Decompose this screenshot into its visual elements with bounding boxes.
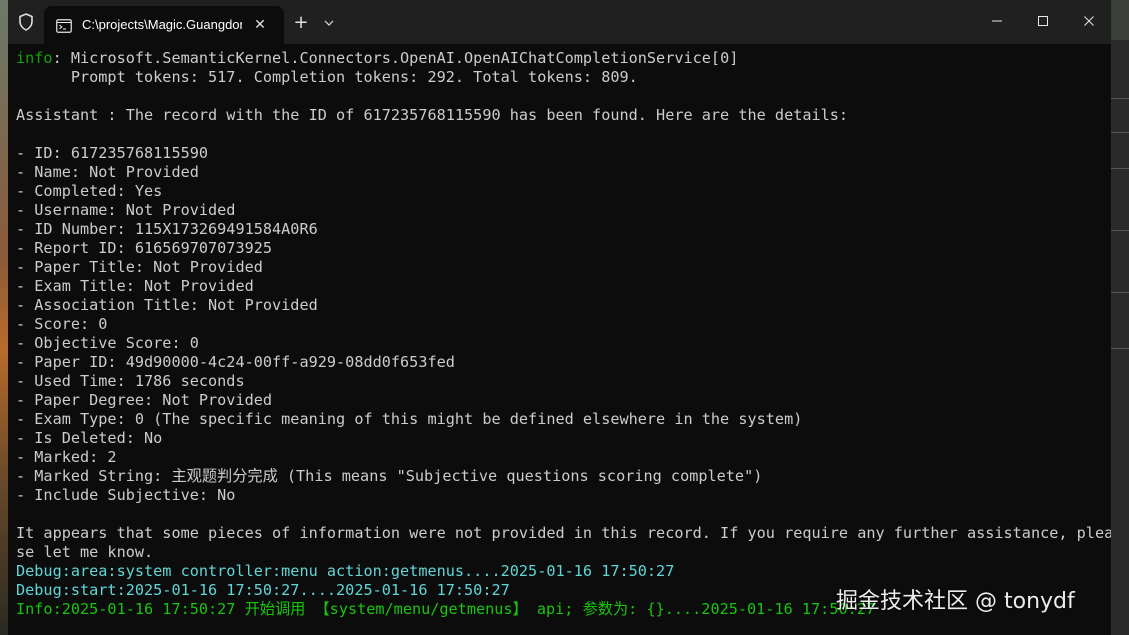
terminal-line: - Name: Not Provided [16,163,1106,182]
terminal-output[interactable]: info: Microsoft.SemanticKernel.Connector… [16,49,1111,635]
tab-dropdown-button[interactable] [318,12,340,34]
terminal-line: - Marked: 2 [16,448,1106,467]
terminal-window: C:\projects\Magic.Guangdong ✕ + info: Mi… [8,0,1111,635]
divider [1111,98,1129,99]
terminal-line: - ID Number: 115X173269491584A0R6 [16,220,1106,239]
close-tab-button[interactable]: ✕ [248,14,272,36]
desktop-background-left [0,0,8,635]
terminal-text: - Paper ID: 49d90000-4c24-00ff-a929-08dd… [16,353,455,371]
divider [1111,230,1129,231]
terminal-text: - Exam Type: 0 (The specific meaning of … [16,410,803,428]
terminal-line: - Marked String: 主观题判分完成 (This means "Su… [16,467,1106,486]
divider [1111,292,1129,293]
terminal-text: - Score: 0 [16,315,108,333]
new-tab-button[interactable]: + [290,12,312,34]
maximize-button[interactable] [1020,4,1066,38]
terminal-text: - Name: Not Provided [16,163,199,181]
terminal-line: se let me know. [16,543,1106,562]
terminal-text: - Paper Degree: Not Provided [16,391,273,409]
terminal-line: Assistant : The record with the ID of 61… [16,106,1106,125]
terminal-text: - ID: 617235768115590 [16,144,209,162]
terminal-text: Debug:start:2025-01-16 17:50:27....2025-… [16,581,510,599]
terminal-line: Debug:area:system controller:menu action… [16,562,1106,581]
terminal-line: - Report ID: 616569707073925 [16,239,1106,258]
terminal-line: Prompt tokens: 517. Completion tokens: 2… [16,68,1106,87]
terminal-line: - Username: Not Provided [16,201,1106,220]
terminal-line: - Score: 0 [16,315,1106,334]
terminal-text: - Report ID: 616569707073925 [16,239,273,257]
terminal-text: - Is Deleted: No [16,429,163,447]
terminal-text: - ID Number: 115X173269491584A0R6 [16,220,318,238]
close-icon [1084,16,1094,26]
terminal-text: - Used Time: 1786 seconds [16,372,245,390]
terminal-line: - Exam Type: 0 (The specific meaning of … [16,410,1106,429]
terminal-text: - Objective Score: 0 [16,334,199,352]
watermark: 掘金技术社区 @ tonydf [836,589,1075,614]
terminal-text: Debug:area:system controller:menu action… [16,562,675,580]
terminal-line: - Paper Title: Not Provided [16,258,1106,277]
terminal-line: - Exam Title: Not Provided [16,277,1106,296]
terminal-line: - Completed: Yes [16,182,1106,201]
terminal-text: se let me know. [16,543,154,561]
divider [1111,132,1129,133]
terminal-text: : Microsoft.SemanticKernel.Connectors.Op… [52,49,739,67]
terminal-line: - Used Time: 1786 seconds [16,372,1106,391]
shield-icon [16,12,36,32]
close-icon: ✕ [254,17,266,33]
terminal-line: - Association Title: Not Provided [16,296,1106,315]
terminal-line: - Paper ID: 49d90000-4c24-00ff-a929-08dd… [16,353,1106,372]
tab-terminal[interactable]: C:\projects\Magic.Guangdong ✕ [44,6,284,44]
terminal-line: - Paper Degree: Not Provided [16,391,1106,410]
terminal-text: Assistant : The record with the ID of 61… [16,106,849,124]
maximize-icon [1038,16,1048,26]
terminal-line: - Is Deleted: No [16,429,1106,448]
terminal-icon [56,18,72,33]
terminal-line: - Include Subjective: No [16,486,1106,505]
terminal-text: - Paper Title: Not Provided [16,258,263,276]
tab-title: C:\projects\Magic.Guangdong [82,17,242,32]
terminal-line: - ID: 617235768115590 [16,144,1106,163]
divider [1111,348,1129,349]
terminal-line: It appears that some pieces of informati… [16,524,1111,543]
terminal-text: - Include Subjective: No [16,486,236,504]
terminal-text: - Username: Not Provided [16,201,236,219]
divider [1111,168,1129,169]
terminal-text: Prompt tokens: 517. Completion tokens: 2… [16,68,638,86]
terminal-text: - Marked String: 主观题判分完成 (This means "Su… [16,467,763,485]
terminal-text: - Completed: Yes [16,182,163,200]
terminal-text: info [16,49,53,67]
background-window-right [1111,40,1129,635]
terminal-line: - Objective Score: 0 [16,334,1106,353]
terminal-text: Info:2025-01-16 17:50:27 开始调用 【system/me… [16,600,876,618]
terminal-line: info: Microsoft.SemanticKernel.Connector… [16,49,1106,68]
terminal-text: - Association Title: Not Provided [16,296,318,314]
plus-icon: + [293,12,309,33]
minimize-button[interactable] [974,4,1020,38]
close-window-button[interactable] [1066,4,1111,38]
terminal-text: - Marked: 2 [16,448,117,466]
chevron-down-icon [324,20,334,26]
title-bar[interactable]: C:\projects\Magic.Guangdong ✕ + [8,0,1111,44]
minimize-icon [992,20,1002,22]
terminal-text: - Exam Title: Not Provided [16,277,254,295]
terminal-text: It appears that some pieces of informati… [16,524,1111,542]
